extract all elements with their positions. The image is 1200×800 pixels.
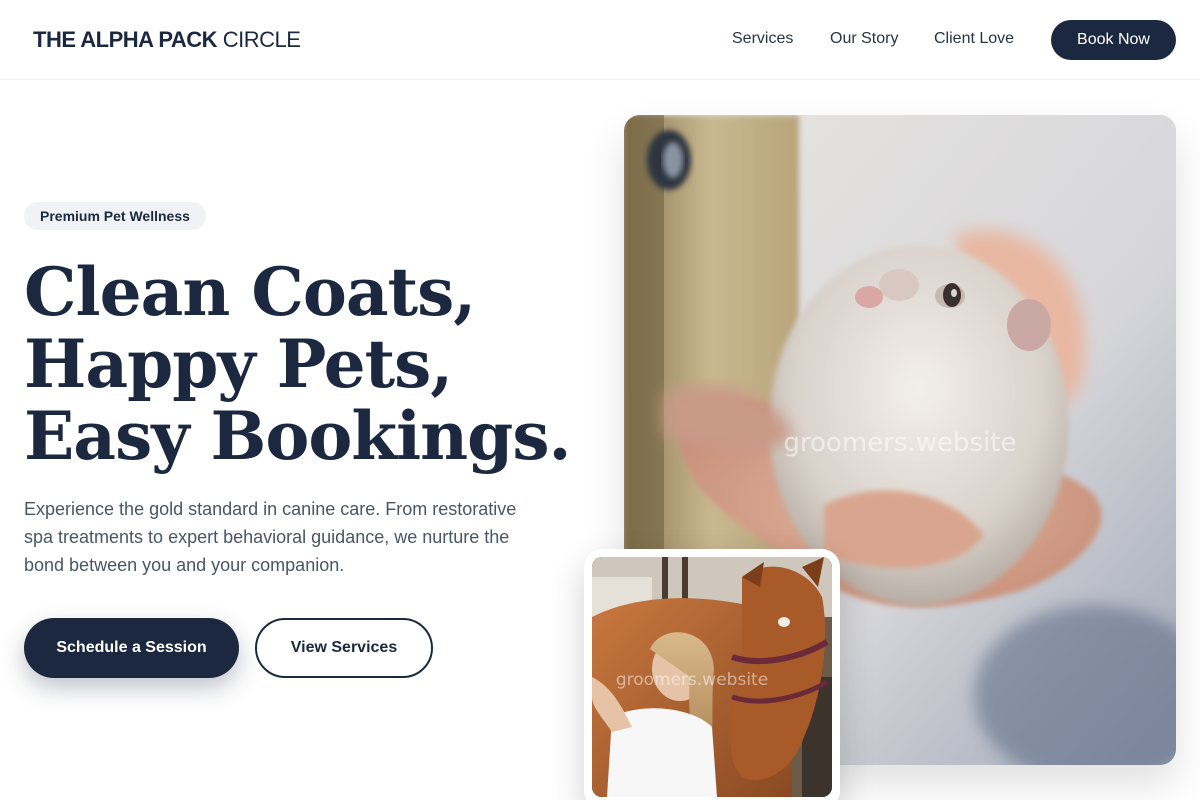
small-image-watermark: groomers.website xyxy=(616,670,768,690)
nav-our-story-link[interactable]: Our Story xyxy=(830,30,898,48)
main-image-watermark: groomers.website xyxy=(784,428,1017,458)
hero-description: Experience the gold standard in canine c… xyxy=(24,499,517,575)
logo-light-text: CIRCLE xyxy=(222,27,301,52)
site-logo[interactable]: THE ALPHA PACK CIRCLE xyxy=(33,27,301,53)
hero-headline: Clean Coats, Happy Pets, Easy Bookings. xyxy=(24,256,584,472)
headline-line-1: Clean Coats, xyxy=(24,253,476,331)
nav-services-link[interactable]: Services xyxy=(732,30,793,48)
headline-line-3: Easy Bookings. xyxy=(24,397,571,475)
nav-client-love-link[interactable]: Client Love xyxy=(934,30,1014,48)
horse-photo: groomers.website xyxy=(592,557,832,797)
book-now-button[interactable]: Book Now xyxy=(1051,20,1176,60)
view-services-button[interactable]: View Services xyxy=(255,618,433,678)
hero-badge: Premium Pet Wellness xyxy=(24,202,206,230)
logo-bold-text: THE ALPHA PACK xyxy=(33,27,218,52)
site-header: THE ALPHA PACK CIRCLE Services Our Story… xyxy=(0,0,1200,80)
headline-line-2: Happy Pets, xyxy=(24,325,453,403)
horse-photo-card: groomers.website xyxy=(584,549,840,800)
schedule-session-button[interactable]: Schedule a Session xyxy=(24,618,239,678)
